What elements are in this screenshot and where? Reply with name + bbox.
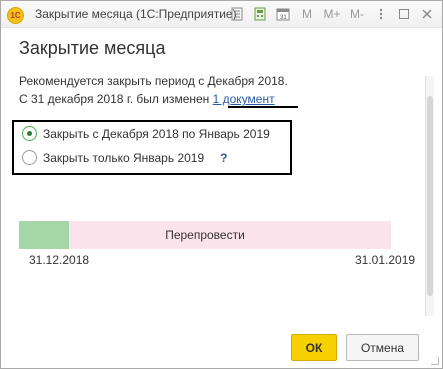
recommendation-text: Рекомендуется закрыть период с Декабря 2… — [19, 74, 288, 88]
help-link[interactable]: ? — [220, 151, 227, 165]
cancel-button[interactable]: Отмена — [346, 334, 419, 361]
radio-button-unchecked[interactable] — [22, 150, 37, 165]
calculator-icon[interactable] — [251, 5, 269, 23]
memory-subtract-button[interactable]: M- — [347, 5, 367, 23]
title-bar[interactable]: 1С Закрытие месяца (1С:Предприятие) 31 M… — [1, 1, 442, 28]
period-options-group: Закрыть с Декабря 2018 по Январь 2019 За… — [12, 120, 292, 175]
period-option-label: Закрыть только Январь 2019 — [43, 150, 205, 165]
period-option-dec-jan[interactable]: Закрыть с Декабря 2018 по Январь 2019 — [22, 126, 270, 141]
link-annotation-underline — [228, 106, 298, 108]
repost-label[interactable]: Перепровести — [19, 221, 391, 249]
period-option-label: Закрыть с Декабря 2018 по Январь 2019 — [43, 126, 270, 141]
period-start-date: 31.12.2018 — [29, 253, 90, 267]
repost-progress-bar[interactable]: Перепровести — [19, 221, 391, 249]
radio-button-checked[interactable] — [22, 126, 37, 141]
period-option-jan-only[interactable]: Закрыть только Январь 2019 ? — [22, 150, 227, 165]
ok-button[interactable]: ОК — [291, 334, 337, 361]
memory-button[interactable]: M — [297, 5, 317, 23]
close-icon[interactable] — [418, 5, 436, 23]
vertical-scrollbar[interactable] — [425, 76, 434, 316]
maximize-icon[interactable] — [395, 5, 413, 23]
changed-docs-text: С 31 декабря 2018 г. был изменен 1 докум… — [19, 92, 275, 106]
scrollbar-thumb[interactable] — [427, 96, 433, 296]
changed-docs-prefix: С 31 декабря 2018 г. был изменен — [19, 92, 213, 106]
form-title: Закрытие месяца — [19, 38, 166, 58]
resize-grip-icon[interactable] — [431, 357, 439, 365]
more-icon[interactable] — [372, 5, 390, 23]
dialog-window: 1С Закрытие месяца (1С:Предприятие) 31 M… — [0, 0, 443, 369]
period-end-date: 31.01.2019 — [355, 253, 416, 267]
memory-add-button[interactable]: M+ — [322, 5, 342, 23]
titlebar-toolbar: 31 M M+ M- — [228, 5, 436, 23]
app-logo-icon: 1С — [7, 7, 24, 24]
print-icon[interactable] — [228, 5, 246, 23]
window-title: Закрытие месяца (1С:Предприятие) — [35, 7, 237, 21]
svg-text:31: 31 — [280, 15, 287, 21]
calendar-icon[interactable]: 31 — [274, 5, 292, 23]
changed-docs-link[interactable]: 1 документ — [213, 92, 275, 106]
